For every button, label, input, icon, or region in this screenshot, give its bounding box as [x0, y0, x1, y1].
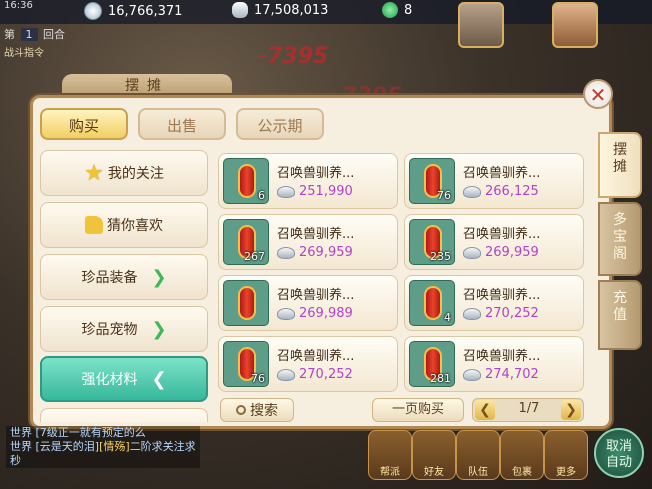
item-name: 召唤兽驯养...: [277, 288, 355, 303]
list-item[interactable]: 235 召唤兽驯养... 269,959: [404, 214, 584, 270]
item-price: 269,959: [277, 245, 353, 260]
tab-treasure-pavilion[interactable]: 多 宝 阁: [598, 202, 642, 276]
silver-ingot-icon: [277, 307, 295, 320]
item-scroll-icon: 4: [409, 280, 455, 326]
item-price: 269,959: [463, 245, 539, 260]
jade-currency[interactable]: 8: [382, 2, 412, 18]
cancel-auto-button[interactable]: 取消 自动: [594, 428, 644, 478]
item-price: 270,252: [463, 306, 539, 321]
search-button[interactable]: 搜索: [220, 398, 294, 422]
silver-ingot-icon: [463, 368, 481, 381]
tab-recharge[interactable]: 充 值: [598, 280, 642, 350]
tab-public-period[interactable]: 公示期: [236, 108, 324, 140]
item-price: 266,125: [463, 184, 539, 199]
sidebar-item-rare-pets[interactable]: 珍品宠物 ❯: [40, 306, 208, 352]
guild-button[interactable]: 帮派: [368, 430, 412, 480]
friends-button[interactable]: 好友: [412, 430, 456, 480]
item-name: 召唤兽驯养...: [277, 227, 355, 242]
pet-avatar[interactable]: [458, 2, 504, 48]
silver-ingot-icon: [463, 246, 481, 259]
item-grid: 6 召唤兽驯养... 251,990 76 召唤兽驯养... 266,125 2…: [218, 153, 586, 393]
tab-sell[interactable]: 出售: [138, 108, 226, 140]
list-item[interactable]: 267 召唤兽驯养... 269,959: [218, 214, 398, 270]
prev-page-button[interactable]: ❮: [475, 400, 495, 420]
chevron-left-icon: ❮: [151, 368, 167, 390]
page-indicator: 1/7: [518, 401, 540, 416]
search-icon: [236, 405, 246, 415]
item-scroll-icon: 235: [409, 219, 455, 265]
item-name: 召唤兽驯养...: [277, 166, 355, 181]
player-avatar[interactable]: [552, 2, 598, 48]
silver-ingot-icon: [463, 307, 481, 320]
tab-buy[interactable]: 购买: [40, 108, 128, 140]
list-item[interactable]: 76 召唤兽驯养... 270,252: [218, 336, 398, 392]
damage-number: -7395: [258, 44, 329, 69]
chat-line: 秒: [10, 454, 21, 467]
gold-coin-icon: [84, 2, 102, 20]
clock-time: 16:36: [4, 0, 33, 11]
close-icon[interactable]: ✕: [583, 79, 613, 109]
battle-command-label: 战斗指令: [4, 48, 44, 59]
tab-stall[interactable]: 摆 摊: [598, 132, 642, 198]
sidebar-item-following[interactable]: ★ 我的关注: [40, 150, 208, 196]
chat-line: 世界 [云是天的泪][情殇]二阶求关注求: [10, 440, 196, 453]
silver-ingot-icon: [232, 2, 248, 18]
list-item[interactable]: 召唤兽驯养... 269,989: [218, 275, 398, 331]
item-scroll-icon: 281: [409, 341, 455, 387]
list-item[interactable]: 6 召唤兽驯养... 251,990: [218, 153, 398, 209]
jade-gem-icon: [382, 2, 398, 18]
item-price: 251,990: [277, 184, 353, 199]
item-scroll-icon: 76: [223, 341, 269, 387]
thumbs-up-icon: [85, 216, 103, 234]
gold-currency: 16,766,371: [84, 2, 182, 20]
item-scroll-icon: 76: [409, 158, 455, 204]
buy-page-button[interactable]: 一页购买: [372, 398, 464, 422]
item-price: 274,702: [463, 367, 539, 382]
item-price: 270,252: [277, 367, 353, 382]
silver-ingot-icon: [463, 185, 481, 198]
list-item[interactable]: 281 召唤兽驯养... 274,702: [404, 336, 584, 392]
star-icon: ★: [84, 160, 104, 186]
silver-ingot-icon: [277, 368, 295, 381]
chat-log[interactable]: 世界 [7级正一就有预定的么 世界 [云是天的泪][情殇]二阶求关注求 秒: [6, 426, 200, 468]
jade-amount: 8: [404, 2, 413, 18]
team-button[interactable]: 队伍: [456, 430, 500, 480]
sidebar-item-recommended[interactable]: 猜你喜欢: [40, 202, 208, 248]
item-name: 召唤兽驯养...: [463, 166, 541, 181]
item-name: 召唤兽驯养...: [463, 349, 541, 364]
bag-button[interactable]: 包裹: [500, 430, 544, 480]
silver-amount: 17,508,013: [254, 2, 329, 18]
item-name: 召唤兽驯养...: [463, 288, 541, 303]
item-scroll-icon: 6: [223, 158, 269, 204]
item-name: 召唤兽驯养...: [277, 349, 355, 364]
item-scroll-icon: [223, 280, 269, 326]
next-page-button[interactable]: ❯: [561, 400, 581, 420]
silver-currency: 17,508,013: [232, 2, 328, 18]
chat-line: 世界 [7级正一就有预定的么: [10, 426, 146, 439]
round-indicator: 第 1 回合: [4, 28, 65, 41]
gold-amount: 16,766,371: [108, 3, 183, 19]
sidebar-item-rare-equipment[interactable]: 珍品装备 ❯: [40, 254, 208, 300]
chevron-right-icon: ❯: [151, 318, 167, 340]
pagination: ❮ 1/7 ❯: [472, 398, 584, 422]
sidebar-item-partial[interactable]: [40, 408, 208, 422]
chevron-right-icon: ❯: [151, 266, 167, 288]
item-price: 269,989: [277, 306, 353, 321]
silver-ingot-icon: [277, 246, 295, 259]
item-scroll-icon: 267: [223, 219, 269, 265]
list-item[interactable]: 4 召唤兽驯养... 270,252: [404, 275, 584, 331]
category-sidebar[interactable]: ★ 我的关注 猜你喜欢 珍品装备 ❯ 珍品宠物 ❯ 强化材料 ❮: [40, 150, 210, 422]
more-button[interactable]: 更多: [544, 430, 588, 480]
silver-ingot-icon: [277, 185, 295, 198]
list-item[interactable]: 76 召唤兽驯养... 266,125: [404, 153, 584, 209]
sidebar-item-enhance-materials[interactable]: 强化材料 ❮: [40, 356, 208, 402]
item-name: 召唤兽驯养...: [463, 227, 541, 242]
